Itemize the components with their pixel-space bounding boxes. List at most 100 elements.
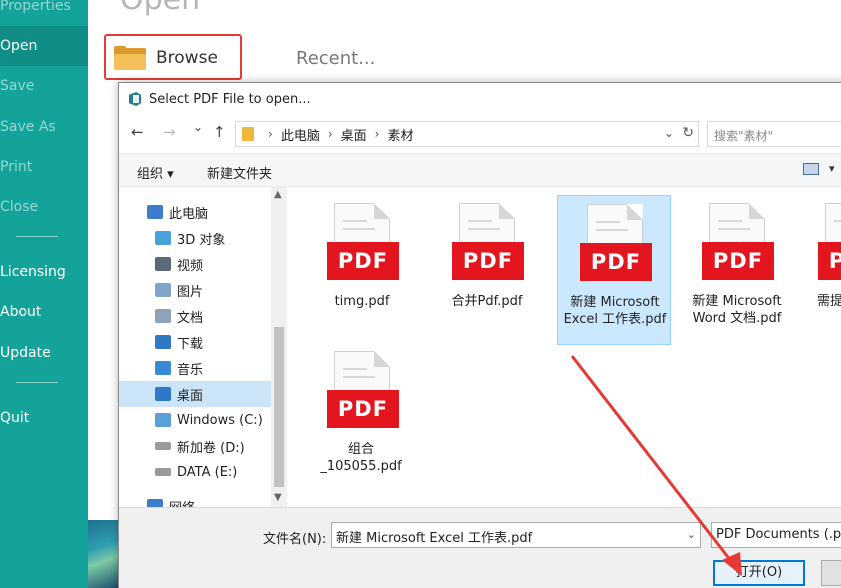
background-art bbox=[88, 520, 118, 588]
tree-item-music[interactable]: 音乐 bbox=[119, 355, 271, 381]
filename-input[interactable]: 新建 Microsoft Excel 工作表.pdf ⌄ bbox=[331, 522, 701, 548]
open-button[interactable]: 打开(O) bbox=[713, 560, 805, 586]
pictures-icon bbox=[155, 283, 171, 297]
scroll-up-icon[interactable]: ▲ bbox=[274, 189, 282, 200]
tree-item-label: 桌面 bbox=[177, 388, 204, 404]
tree-item-3d-objects[interactable]: 3D 对象 bbox=[119, 225, 271, 251]
tree-item-label: 下载 bbox=[177, 336, 204, 352]
pdf-file-icon: PDF bbox=[452, 203, 524, 280]
browse-button[interactable]: Browse bbox=[104, 34, 242, 80]
organize-button[interactable]: 组织 ▾ bbox=[137, 163, 174, 182]
pdf-badge: PDF bbox=[327, 390, 399, 428]
tree-item-label: 新加卷 (D:) bbox=[177, 440, 245, 456]
navigation-scrollbar[interactable]: ▲ ▼ bbox=[271, 187, 287, 507]
tree-item-drive-c[interactable]: Windows (C:) bbox=[119, 407, 271, 433]
app-icon bbox=[127, 91, 143, 107]
sidebar-item-licensing[interactable]: Licensing bbox=[0, 252, 88, 292]
file-item[interactable]: PDF timg.pdf bbox=[305, 195, 419, 345]
pdf-file-icon: PDF bbox=[327, 203, 399, 280]
filetype-select[interactable]: PDF Documents (.pdf) bbox=[711, 522, 841, 548]
chevron-down-icon[interactable]: ▾ bbox=[829, 162, 835, 175]
refresh-icon[interactable]: ↻ bbox=[682, 125, 694, 141]
recent-locations-caret-icon[interactable]: ⌄ bbox=[193, 120, 203, 134]
file-name: 合并Pdf.pdf bbox=[451, 294, 523, 309]
sidebar-item-quit[interactable]: Quit bbox=[0, 398, 88, 438]
search-input[interactable]: 搜索"素材" bbox=[707, 121, 841, 147]
cancel-button[interactable] bbox=[821, 560, 841, 586]
tree-item-downloads[interactable]: 下载 bbox=[119, 329, 271, 355]
documents-icon bbox=[155, 309, 171, 323]
sidebar-item-save-as[interactable]: Save As bbox=[0, 107, 88, 147]
browse-label: Browse bbox=[156, 48, 218, 68]
pdf-file-icon: PDF bbox=[580, 204, 652, 281]
tree-item-videos[interactable]: 视频 bbox=[119, 251, 271, 277]
sidebar-item-about[interactable]: About bbox=[0, 292, 88, 332]
sidebar-item-open[interactable]: Open bbox=[0, 26, 88, 66]
navigation-pane: 此电脑 3D 对象 视频 图片 文档 下载 音乐 桌面 Windows (C:)… bbox=[119, 187, 287, 516]
tree-item-pictures[interactable]: 图片 bbox=[119, 277, 271, 303]
drive-c-icon bbox=[155, 413, 171, 427]
sidebar-divider bbox=[16, 236, 58, 237]
scrollbar-thumb[interactable] bbox=[274, 327, 284, 487]
dialog-titlebar: Select PDF File to open... bbox=[119, 83, 841, 115]
file-item[interactable]: PDF 新建 Microsoft Word 文档.pdf bbox=[680, 195, 794, 345]
address-bar[interactable]: › 此电脑 › 桌面 › 素材 ⌄ ↻ bbox=[235, 121, 699, 147]
recent-tab[interactable]: Recent... bbox=[296, 48, 375, 69]
pdf-badge: PDF bbox=[327, 242, 399, 280]
file-name: 需提 bbox=[817, 294, 841, 309]
folder-icon bbox=[114, 46, 146, 70]
tree-item-label: 图片 bbox=[177, 284, 204, 300]
pdf-badge: PDF bbox=[702, 242, 774, 280]
breadcrumb-item[interactable]: 素材 bbox=[387, 125, 413, 144]
dialog-title: Select PDF File to open... bbox=[149, 91, 311, 107]
pdf-badge: PDF bbox=[818, 242, 841, 280]
file-name: 组合 _105055.pdf bbox=[320, 442, 402, 474]
backstage-sidebar: Properties Open Save Save As Print Close… bbox=[0, 0, 88, 588]
navigation-bar: ← → ⌄ ↑ › 此电脑 › 桌面 › 素材 ⌄ ↻ 搜索"素材" bbox=[119, 119, 841, 149]
file-item-selected[interactable]: PDF 新建 Microsoft Excel 工作表.pdf bbox=[557, 195, 671, 345]
pdf-badge: PDF bbox=[580, 243, 652, 281]
sidebar-item-properties[interactable]: Properties bbox=[0, 0, 88, 26]
view-options-icon[interactable] bbox=[803, 163, 819, 175]
pdf-file-icon: PDF bbox=[327, 351, 399, 428]
breadcrumb-item[interactable]: 桌面 bbox=[341, 125, 367, 144]
tree-item-documents[interactable]: 文档 bbox=[119, 303, 271, 329]
file-name: timg.pdf bbox=[334, 294, 390, 309]
file-name: 新建 Microsoft Excel 工作表.pdf bbox=[563, 295, 667, 327]
file-item[interactable]: PDF 组合 _105055.pdf bbox=[305, 343, 419, 493]
sidebar-item-print[interactable]: Print bbox=[0, 147, 88, 187]
app-window: Properties Open Save Save As Print Close… bbox=[0, 0, 841, 588]
sidebar-item-close[interactable]: Close bbox=[0, 187, 88, 227]
tree-item-this-pc[interactable]: 此电脑 bbox=[119, 199, 271, 225]
tree-item-drive-d[interactable]: 新加卷 (D:) bbox=[119, 433, 271, 459]
drive-icon bbox=[155, 442, 171, 450]
breadcrumb-item[interactable]: 此电脑 bbox=[281, 125, 320, 144]
tree-item-label: 视频 bbox=[177, 258, 204, 274]
tree-item-desktop[interactable]: 桌面 bbox=[119, 381, 271, 407]
tree-item-drive-e[interactable]: DATA (E:) bbox=[119, 459, 271, 485]
new-folder-button[interactable]: 新建文件夹 bbox=[207, 163, 272, 182]
filename-label: 文件名(N): bbox=[263, 532, 327, 547]
command-bar: 组织 ▾ 新建文件夹 ▾ bbox=[119, 153, 841, 187]
file-item[interactable]: PDF 需提 bbox=[805, 195, 841, 345]
sidebar-item-save[interactable]: Save bbox=[0, 66, 88, 106]
up-arrow-icon[interactable]: ↑ bbox=[213, 123, 226, 141]
tree-item-label: 此电脑 bbox=[169, 206, 209, 222]
file-item[interactable]: PDF 合并Pdf.pdf bbox=[430, 195, 544, 345]
sidebar-item-update[interactable]: Update bbox=[0, 333, 88, 373]
scroll-down-icon[interactable]: ▼ bbox=[274, 492, 282, 503]
dialog-footer: 文件名(N): 新建 Microsoft Excel 工作表.pdf ⌄ PDF… bbox=[119, 507, 841, 588]
download-icon bbox=[155, 335, 171, 349]
breadcrumb-separator-icon: › bbox=[268, 127, 273, 141]
tree-item-label: Windows (C:) bbox=[177, 412, 263, 428]
pdf-badge: PDF bbox=[452, 242, 524, 280]
folder-icon bbox=[242, 127, 254, 141]
chevron-down-icon[interactable]: ⌄ bbox=[687, 528, 696, 541]
forward-arrow-icon[interactable]: → bbox=[163, 123, 176, 141]
tree-item-label: 文档 bbox=[177, 310, 204, 326]
sidebar-divider bbox=[16, 382, 58, 383]
music-icon bbox=[155, 361, 171, 375]
back-arrow-icon[interactable]: ← bbox=[131, 123, 144, 141]
address-dropdown-icon[interactable]: ⌄ bbox=[664, 126, 674, 140]
tree-item-label: 3D 对象 bbox=[177, 232, 226, 248]
